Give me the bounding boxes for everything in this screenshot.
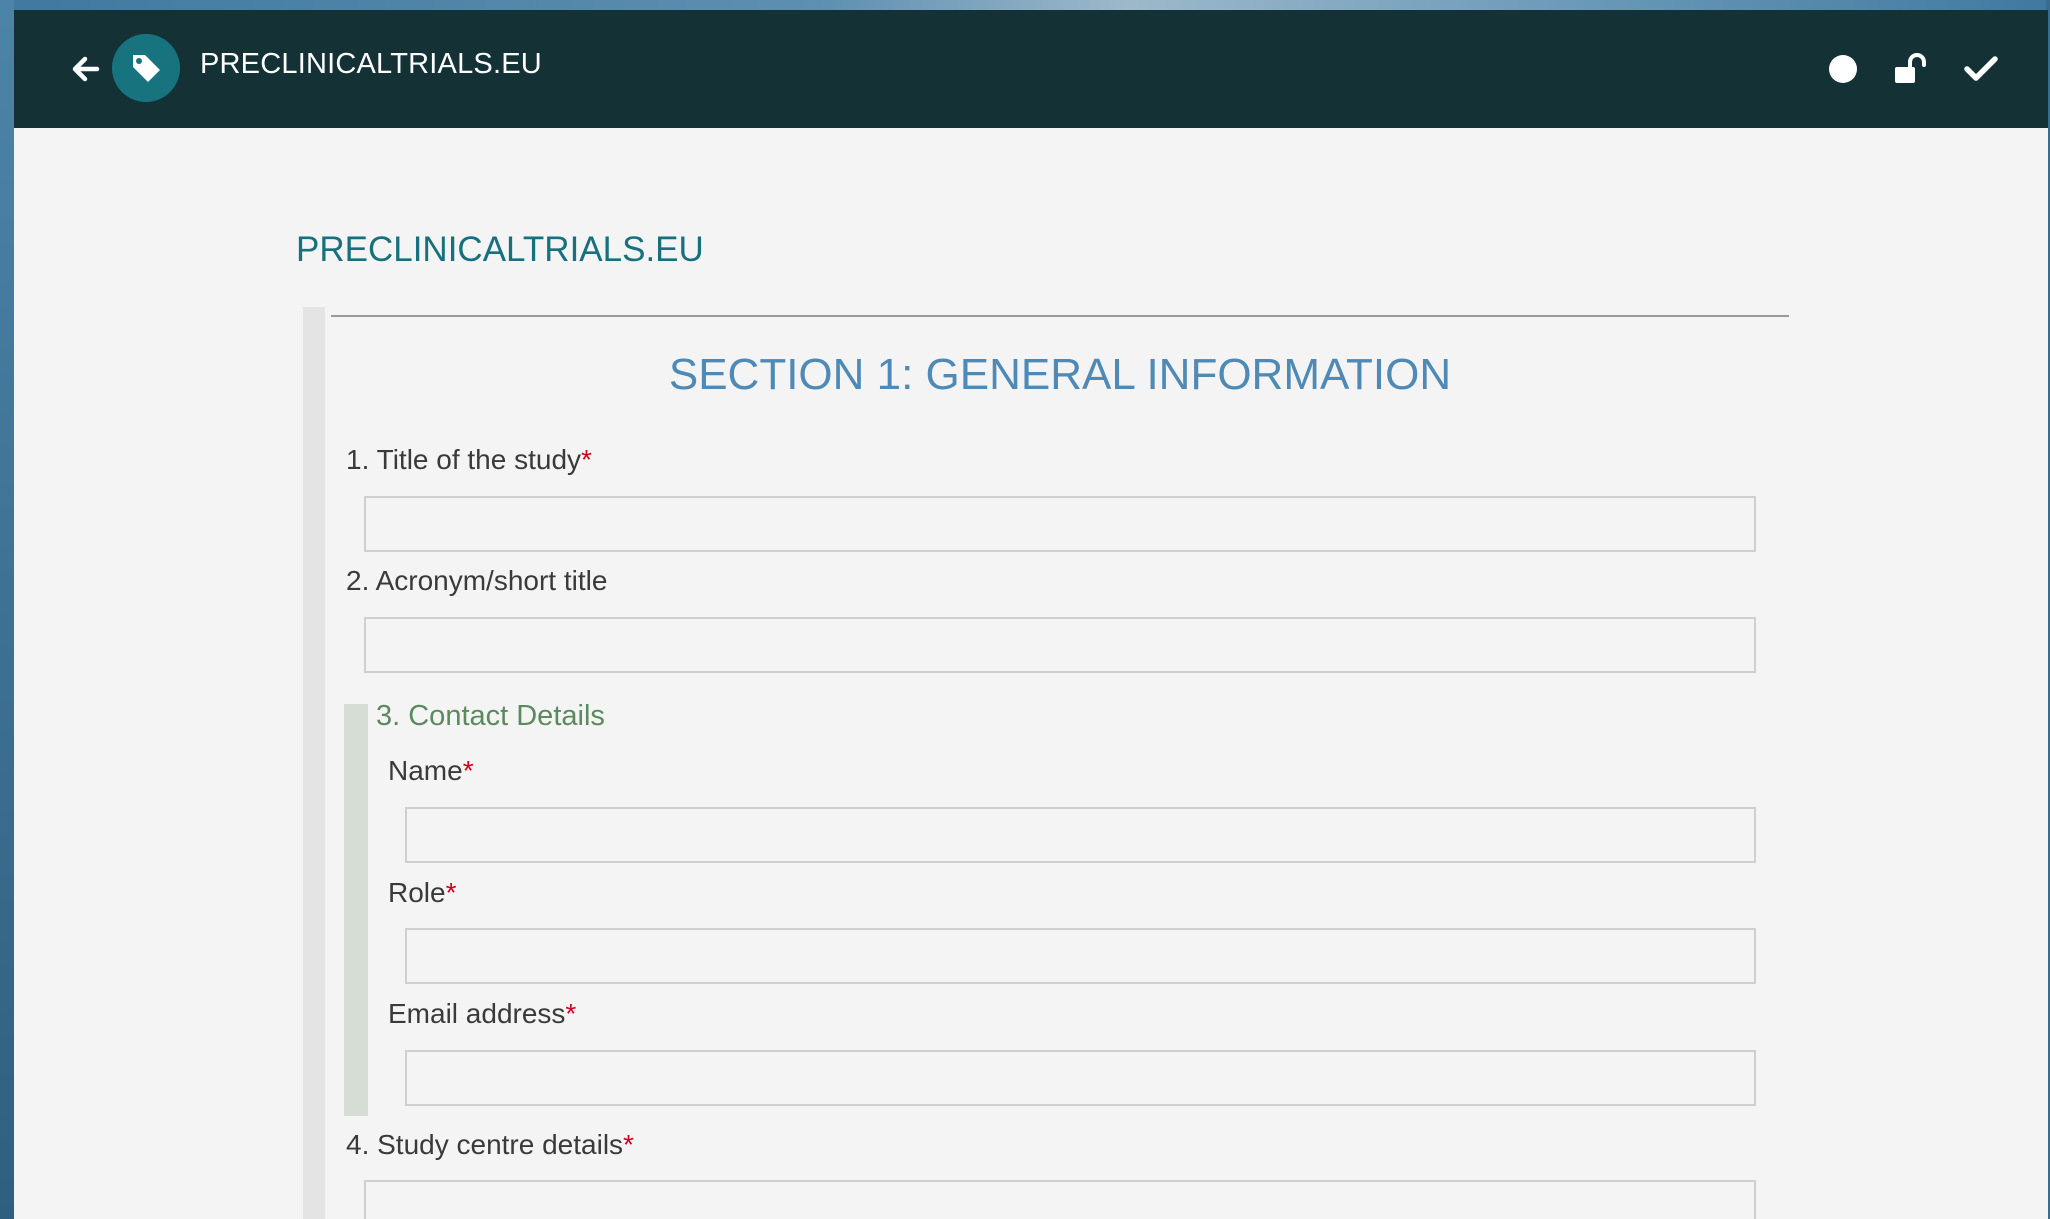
title-of-study-input[interactable] <box>364 496 1756 552</box>
acronym-input[interactable] <box>364 617 1756 673</box>
contact-details-rail <box>344 704 368 1116</box>
role-input[interactable] <box>405 928 1756 984</box>
name-label-text: Name <box>388 755 463 786</box>
unlock-icon <box>1895 53 1926 83</box>
study-centre-label: 4. Study centre details* <box>346 1129 634 1161</box>
role-label: Role* <box>388 877 457 909</box>
required-marker: * <box>581 444 592 475</box>
acronym-label: 2. Acronym/short title <box>346 565 607 597</box>
top-app-bar: PRECLINICALTRIALS.EU <box>14 10 2048 128</box>
required-marker: * <box>565 998 577 1029</box>
required-marker: * <box>462 755 474 786</box>
confirm-button[interactable] <box>1958 46 2004 92</box>
email-label-text: Email address <box>388 998 566 1029</box>
back-button[interactable] <box>62 46 108 92</box>
checkmark-icon <box>1964 56 1998 81</box>
title-of-study-label: 1. Title of the study* <box>346 444 592 476</box>
acronym-label-text: 2. Acronym/short title <box>346 565 608 596</box>
contact-details-title: 3. Contact Details <box>376 700 605 732</box>
study-centre-label-text: 4. Study centre details <box>346 1129 624 1160</box>
section-divider <box>331 315 1789 317</box>
circle-icon <box>1829 55 1857 83</box>
section-title: SECTION 1: GENERAL INFORMATION <box>668 350 1452 399</box>
status-button[interactable] <box>1820 46 1866 92</box>
title-of-study-label-text: 1. Title of the study <box>346 444 582 475</box>
app-title: PRECLINICALTRIALS.EU <box>200 48 542 80</box>
page-heading: PRECLINICALTRIALS.EU <box>296 230 704 269</box>
name-input[interactable] <box>405 807 1756 863</box>
email-input[interactable] <box>405 1050 1756 1106</box>
email-label: Email address* <box>388 998 576 1030</box>
desktop-background-left <box>0 0 14 1219</box>
lock-button[interactable] <box>1888 46 1934 92</box>
role-label-text: Role <box>388 877 446 908</box>
required-marker: * <box>445 877 457 908</box>
app-window: PRECLINICALTRIALS.EU PRECLINICALTRIALS.E… <box>14 10 2048 1219</box>
study-centre-input[interactable] <box>364 1180 1756 1219</box>
required-marker: * <box>623 1129 634 1160</box>
name-label: Name* <box>388 755 474 787</box>
tag-icon <box>133 55 160 82</box>
section-rail <box>303 307 325 1219</box>
tag-button[interactable] <box>112 34 180 102</box>
arrow-left-icon <box>72 56 100 82</box>
